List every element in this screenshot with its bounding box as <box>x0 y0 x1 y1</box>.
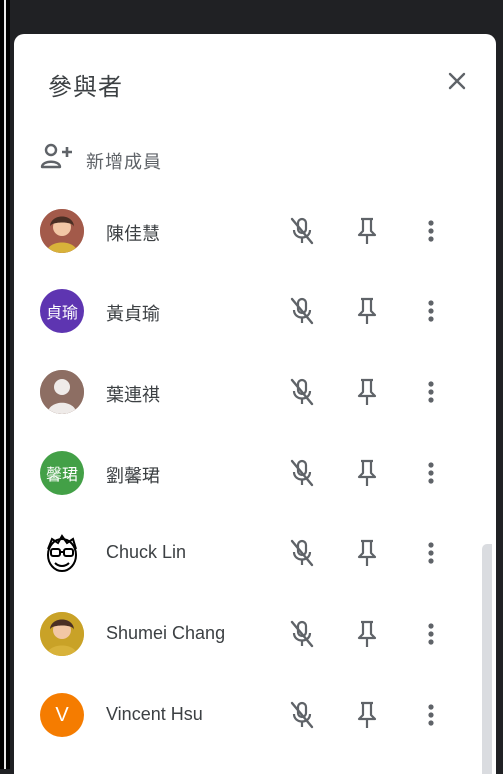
mic-off-icon <box>290 620 314 648</box>
panel-title: 參與者 <box>48 74 123 101</box>
pin-button[interactable] <box>350 456 384 490</box>
more-options-button[interactable] <box>414 456 448 490</box>
avatar <box>40 370 84 414</box>
avatar <box>40 612 84 656</box>
pin-button[interactable] <box>350 698 384 732</box>
participant-row[interactable]: 馨珺 劉馨珺 <box>14 434 496 514</box>
avatar: 馨珺 <box>40 451 84 495</box>
mic-off-icon <box>290 459 314 487</box>
pin-icon <box>357 459 377 486</box>
pin-icon <box>357 620 377 647</box>
more-vert-icon <box>428 381 434 403</box>
avatar-text: 貞瑜 <box>45 305 78 322</box>
more-options-button[interactable] <box>414 617 448 651</box>
panel-header: 參與者 <box>14 34 496 124</box>
pin-icon <box>357 539 377 566</box>
pin-icon <box>357 378 377 405</box>
more-vert-icon <box>428 220 434 242</box>
more-vert-icon <box>428 542 434 564</box>
mute-button[interactable] <box>285 294 319 328</box>
avatar <box>40 531 84 575</box>
mute-button[interactable] <box>285 456 319 490</box>
more-vert-icon <box>428 623 434 645</box>
add-member-label: 新增成員 <box>86 152 162 172</box>
mute-button[interactable] <box>285 536 319 570</box>
participant-row[interactable]: 貞瑜 黃貞瑜 <box>14 272 496 352</box>
mute-button[interactable] <box>285 698 319 732</box>
mic-off-icon <box>290 297 314 325</box>
pin-button[interactable] <box>350 617 384 651</box>
more-options-button[interactable] <box>414 536 448 570</box>
scrollbar[interactable] <box>482 544 492 774</box>
pin-button[interactable] <box>350 375 384 409</box>
participant-name: Chuck Lin <box>106 542 187 562</box>
avatar: V <box>40 693 84 737</box>
window-edge <box>0 0 10 769</box>
person-add-icon <box>40 143 72 169</box>
participant-row[interactable]: Chuck Lin <box>14 514 496 594</box>
more-vert-icon <box>428 462 434 484</box>
pin-button[interactable] <box>350 294 384 328</box>
pin-icon <box>357 217 377 244</box>
participant-row[interactable]: 葉連祺 <box>14 353 496 433</box>
avatar-text: V <box>55 703 69 726</box>
pin-icon <box>357 297 377 324</box>
mic-off-icon <box>290 539 314 567</box>
more-options-button[interactable] <box>414 375 448 409</box>
avatar-text: 馨珺 <box>45 467 78 484</box>
close-button[interactable] <box>442 66 472 96</box>
avatar: 貞瑜 <box>40 289 84 333</box>
mute-button[interactable] <box>285 617 319 651</box>
more-vert-icon <box>428 704 434 726</box>
pin-button[interactable] <box>350 214 384 248</box>
participant-name: 黃貞瑜 <box>106 304 160 324</box>
mute-button[interactable] <box>285 214 319 248</box>
mic-off-icon <box>290 378 314 406</box>
mic-off-icon <box>290 701 314 729</box>
more-options-button[interactable] <box>414 214 448 248</box>
participant-name: Shumei Chang <box>106 623 226 643</box>
participant-name: 葉連祺 <box>106 385 160 405</box>
participant-name: 陳佳慧 <box>106 224 160 244</box>
mic-off-icon <box>290 217 314 245</box>
more-options-button[interactable] <box>414 294 448 328</box>
pin-button[interactable] <box>350 536 384 570</box>
add-member-button[interactable]: 新增成員 <box>40 138 340 178</box>
close-icon <box>448 72 466 90</box>
more-options-button[interactable] <box>414 698 448 732</box>
participants-panel: 參與者 新增成員 陳佳慧貞瑜 黃貞瑜葉連祺馨珺 劉馨珺 Chuck Lin Shumei… <box>14 34 496 774</box>
mute-button[interactable] <box>285 375 319 409</box>
participant-row[interactable]: Shumei Chang <box>14 595 496 675</box>
participant-name: 劉馨珺 <box>106 466 160 486</box>
participant-row[interactable]: 陳佳慧 <box>14 192 496 272</box>
participant-row[interactable]: V Vincent Hsu <box>14 676 496 756</box>
participant-name: Vincent Hsu <box>106 704 203 724</box>
avatar <box>40 209 84 253</box>
more-vert-icon <box>428 300 434 322</box>
pin-icon <box>357 701 377 728</box>
